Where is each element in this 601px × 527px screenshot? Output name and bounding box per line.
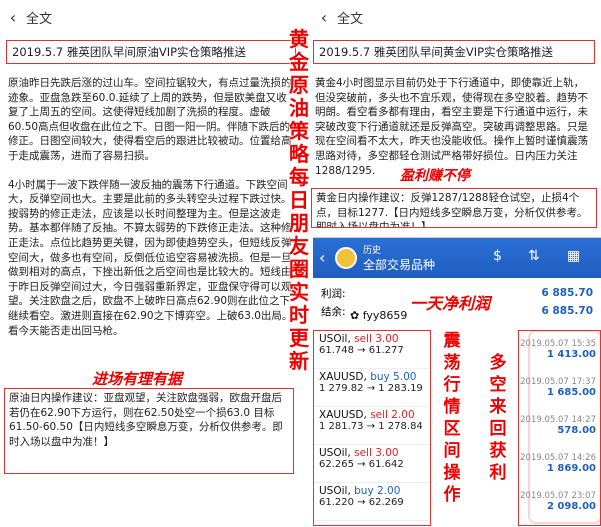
strategy-box: 原油日内操作建议：亚盘观望，关注欧盘强弱，欧盘开盘后若仍在62.90下方运行，则…	[4, 388, 294, 474]
analysis-paragraph: 黄金4小时图显示目前仍处于下行通道中，即使靠近上轨，但没突破前，多头也不宜乐观，…	[315, 77, 588, 177]
right-navbar: ‹ 全文	[311, 0, 601, 34]
post-title: 2019.5.7 雅英团队早间黄金VIP实仓策略推送	[313, 40, 595, 64]
order-profit: 1 685.00	[546, 387, 596, 398]
header-subtitle: 历史	[363, 246, 382, 256]
header-title: 全部交易品种	[363, 258, 436, 272]
order-date: 2019.05.07 14:27	[520, 415, 596, 425]
order-date-profit: 2019.05.07 15:35 1 413.00	[519, 331, 600, 369]
order-date-profit: 2019.05.07 14:26 1 869.00	[519, 445, 600, 483]
profit-value: 6 885.70	[541, 287, 593, 299]
app-header: ‹ 历史 全部交易品种 $ ⇅ ▦	[313, 238, 601, 278]
logo-icon	[335, 247, 357, 269]
strategy-box: 黄金日内操作建议：反弹1287/1288轻仓试空，止损4个点，目标1277.【日…	[311, 188, 597, 228]
order-prices: 62.265 → 61.642	[319, 459, 404, 470]
profit-label: 利润:	[321, 287, 346, 300]
sort-icon[interactable]: ⇅	[528, 248, 540, 264]
orders-date-profit-list: 2019.05.07 15:35 1 413.00 2019.05.07 17:37…	[518, 330, 601, 526]
orders-list: USOil, sell 3.00 61.748 → 61.277 XAUUSD, b…	[313, 330, 431, 526]
vertical-text-left: 震荡行情区间操作	[443, 331, 461, 505]
order-prices: 1 279.82 → 1 283.19	[319, 383, 423, 394]
order-row[interactable]: USOil, sell 3.00 62.265 → 61.642	[314, 445, 430, 483]
analysis-paragraph-1: 原油昨日先跌后涨的过山车。空间拉锯较大，有点过量洗损的迹象。亚盘急跌至60.0.…	[8, 77, 292, 162]
order-prices: 1 281.73 → 1 278.84	[319, 421, 423, 432]
nav-title: 全文	[337, 11, 364, 27]
order-row[interactable]: XAUUSD, sell 2.00 1 281.73 → 1 278.84	[314, 407, 430, 445]
exchange-icon[interactable]: $	[493, 248, 502, 264]
balance-value: 6 885.70	[541, 305, 593, 317]
order-symbol: XAUUSD, buy 5.00	[319, 371, 417, 383]
order-profit: 2 098.00	[546, 501, 596, 512]
vertical-banner: 黄金原油策略每日朋友圈实时更新	[289, 27, 309, 373]
order-profit: 578.00	[557, 425, 596, 436]
order-date-profit: 2019.05.07 17:37 1 685.00	[519, 369, 600, 407]
callout-text: 盈利赚不停	[400, 168, 470, 184]
left-navbar: ‹ 全文	[0, 0, 302, 34]
order-row[interactable]: USOil, buy 2.00 61.220 → 62.269	[314, 483, 430, 521]
order-prices: 61.220 → 62.269	[319, 497, 404, 508]
order-date-profit: 2019.05.07 23:07 2 098.00	[519, 483, 600, 521]
order-symbol: USOil, sell 3.00	[319, 333, 399, 345]
analysis-paragraph-2: 4小时属于一波下跌伴随一波反抽的震荡下行通道。下跌空间大，反弹空间也大。主要是此…	[8, 178, 293, 337]
chevron-left-icon[interactable]: ‹	[311, 8, 337, 27]
back-icon[interactable]: ‹	[319, 248, 325, 267]
calendar-icon[interactable]: ▦	[567, 248, 580, 264]
order-profit: 1 413.00	[546, 349, 596, 360]
order-symbol: XAUUSD, sell 2.00	[319, 409, 415, 421]
wechat-icon: ✿	[350, 309, 360, 322]
callout-text: 进场有理有据	[92, 370, 183, 388]
order-symbol: USOil, buy 2.00	[319, 485, 401, 497]
wechat-id-text: fyy8659	[362, 309, 408, 322]
nav-title: 全文	[26, 11, 53, 27]
wechat-id: ✿ fyy8659	[350, 309, 407, 322]
order-date: 2019.05.07 14:26	[520, 453, 596, 463]
post-title: 2019.5.7 雅英团队早间原油VIP实仓策略推送	[6, 40, 296, 64]
order-row[interactable]: USOil, sell 3.00 61.748 → 61.277	[314, 331, 430, 369]
chevron-left-icon[interactable]: ‹	[0, 8, 26, 27]
order-date-profit: 2019.05.07 14:27 578.00	[519, 407, 600, 445]
vertical-text-right: 多空来回获利	[489, 353, 507, 483]
profit-banner: 一天净利润	[410, 294, 491, 313]
balance-label: 结余:	[321, 305, 346, 318]
order-prices: 61.748 → 61.277	[319, 345, 404, 356]
order-row[interactable]: XAUUSD, buy 5.00 1 279.82 → 1 283.19	[314, 369, 430, 407]
order-profit: 1 869.00	[546, 463, 596, 474]
order-date: 2019.05.07 23:07	[520, 491, 596, 501]
order-symbol: USOil, sell 3.00	[319, 447, 399, 459]
left-post-panel: ‹ 全文 2019.5.7 雅英团队早间原油VIP实仓策略推送 原油昨日先跌后涨…	[0, 0, 302, 526]
order-date: 2019.05.07 17:37	[520, 377, 596, 387]
order-date: 2019.05.07 15:35	[520, 339, 596, 349]
